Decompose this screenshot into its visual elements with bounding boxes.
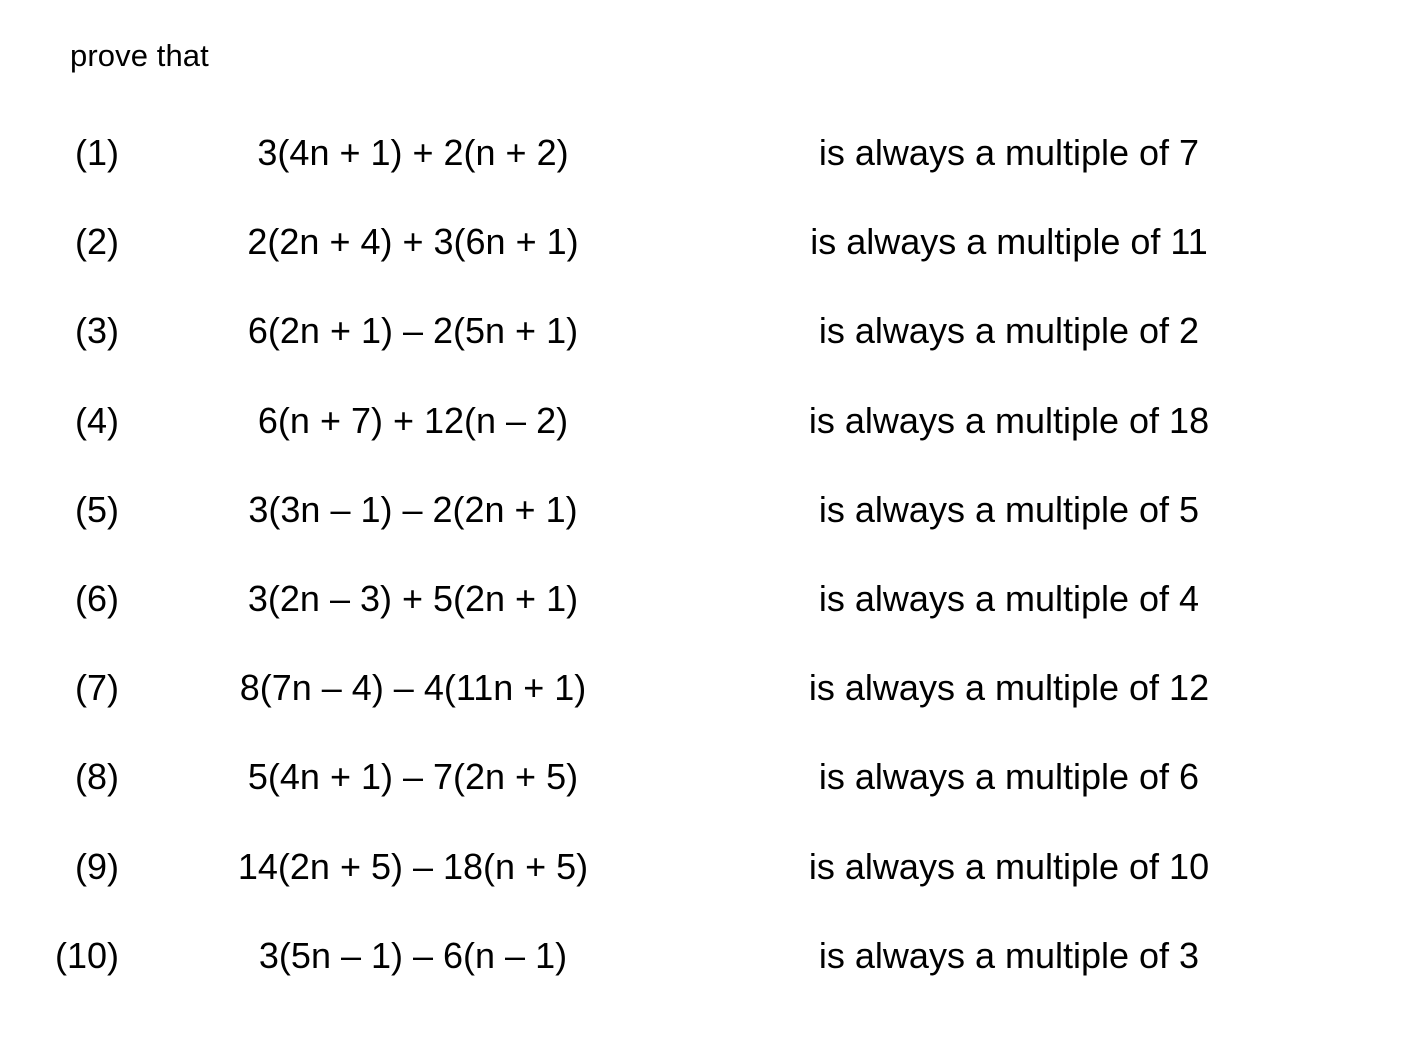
question-statement: is always a multiple of 18 [808, 399, 1210, 441]
question-number: (9) [75, 845, 119, 887]
question-expression: 6(n + 7) + 12(n – 2) [257, 399, 569, 441]
question-number: (4) [75, 399, 119, 441]
question-number: (2) [75, 221, 119, 263]
question-expression: 3(4n + 1) + 2(n + 2) [257, 132, 569, 173]
question-statement: is always a multiple of 11 [810, 221, 1208, 263]
question-row: (1) 3(4n + 1) + 2(n + 2) is always a mul… [0, 131, 1426, 220]
question-statement: is always a multiple of 12 [808, 667, 1210, 709]
question-statement: is always a multiple of 2 [818, 310, 1200, 352]
question-number: (5) [75, 488, 119, 530]
page-heading: prove that [70, 38, 209, 73]
question-number: (7) [75, 667, 119, 709]
question-expression: 2(2n + 4) + 3(6n + 1) [247, 221, 579, 263]
question-expression: 3(3n – 1) – 2(2n + 1) [248, 488, 578, 530]
question-statement: is always a multiple of 4 [818, 577, 1200, 619]
question-row: (3) 6(2n + 1) – 2(5n + 1) is always a mu… [0, 309, 1426, 398]
question-number: (8) [75, 756, 119, 798]
question-expression: 6(2n + 1) – 2(5n + 1) [247, 310, 579, 352]
question-number: (3) [75, 310, 119, 352]
question-number: (6) [75, 577, 119, 619]
slide-canvas: prove that (1) 3(4n + 1) + 2(n + 2) is a… [0, 0, 1426, 1046]
question-list: (1) 3(4n + 1) + 2(n + 2) is always a mul… [0, 131, 1426, 1023]
question-row: (10) 3(5n – 1) – 6(n – 1) is always a mu… [0, 934, 1426, 1023]
question-row: (2) 2(2n + 4) + 3(6n + 1) is always a mu… [0, 220, 1426, 309]
question-number: (1) [75, 132, 119, 173]
question-row: (7) 8(7n – 4) – 4(11n + 1) is always a m… [0, 666, 1426, 755]
question-statement: is always a multiple of 3 [818, 934, 1200, 976]
question-statement: is always a multiple of 7 [818, 132, 1200, 173]
question-row: (9) 14(2n + 5) – 18(n + 5) is always a m… [0, 845, 1426, 934]
question-row: (5) 3(3n – 1) – 2(2n + 1) is always a mu… [0, 488, 1426, 577]
question-statement: is always a multiple of 10 [808, 845, 1210, 887]
question-row: (4) 6(n + 7) + 12(n – 2) is always a mul… [0, 399, 1426, 488]
question-statement: is always a multiple of 5 [818, 488, 1200, 530]
question-row: (6) 3(2n – 3) + 5(2n + 1) is always a mu… [0, 577, 1426, 666]
question-expression: 14(2n + 5) – 18(n + 5) [237, 845, 589, 887]
question-expression: 8(7n – 4) – 4(11n + 1) [239, 667, 587, 709]
question-number: (10) [54, 934, 119, 976]
question-expression: 3(2n – 3) + 5(2n + 1) [247, 577, 579, 619]
question-expression: 5(4n + 1) – 7(2n + 5) [247, 756, 579, 798]
question-statement: is always a multiple of 6 [818, 756, 1200, 798]
question-expression: 3(5n – 1) – 6(n – 1) [258, 934, 568, 976]
question-row: (8) 5(4n + 1) – 7(2n + 5) is always a mu… [0, 755, 1426, 844]
